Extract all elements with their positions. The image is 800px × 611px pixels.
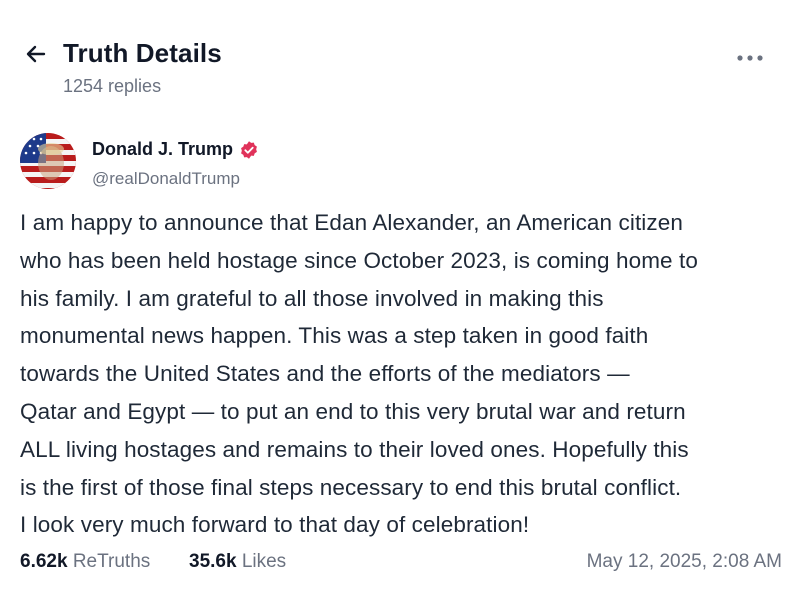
arrow-left-icon [26, 45, 46, 63]
retruths-count: 6.62k [20, 551, 68, 572]
more-options-button[interactable] [734, 48, 766, 68]
retruths-label: ReTruths [72, 551, 151, 572]
likes-count: 35.6k [189, 551, 237, 572]
avatar-image [20, 133, 76, 189]
verified-badge-icon [241, 140, 257, 159]
page-title: Truth Details [63, 38, 222, 68]
post-author: Donald J. Trump @realDonaldTrump [20, 133, 720, 193]
author-name[interactable]: Donald J. Trump [92, 139, 233, 160]
post-stats: 6.62k ReTruths 35.6k Likes May 12, 2025,… [20, 551, 790, 581]
avatar[interactable] [20, 133, 76, 189]
likes-stat[interactable]: 35.6k Likes [189, 551, 286, 573]
more-horizontal-icon [737, 55, 763, 61]
author-name-row: Donald J. Trump [92, 139, 259, 160]
post-body-text: I am happy to announce that Edan Alexand… [20, 210, 698, 538]
post-timestamp: May 12, 2025, 2:08 AM [586, 551, 782, 572]
page-header: Truth Details 1254 replies [0, 0, 800, 110]
back-button[interactable] [22, 40, 50, 68]
likes-label: Likes [241, 551, 287, 572]
retruths-stat[interactable]: 6.62k ReTruths [20, 551, 150, 573]
replies-count[interactable]: 1254 replies [63, 76, 161, 97]
author-handle[interactable]: @realDonaldTrump [92, 169, 240, 189]
